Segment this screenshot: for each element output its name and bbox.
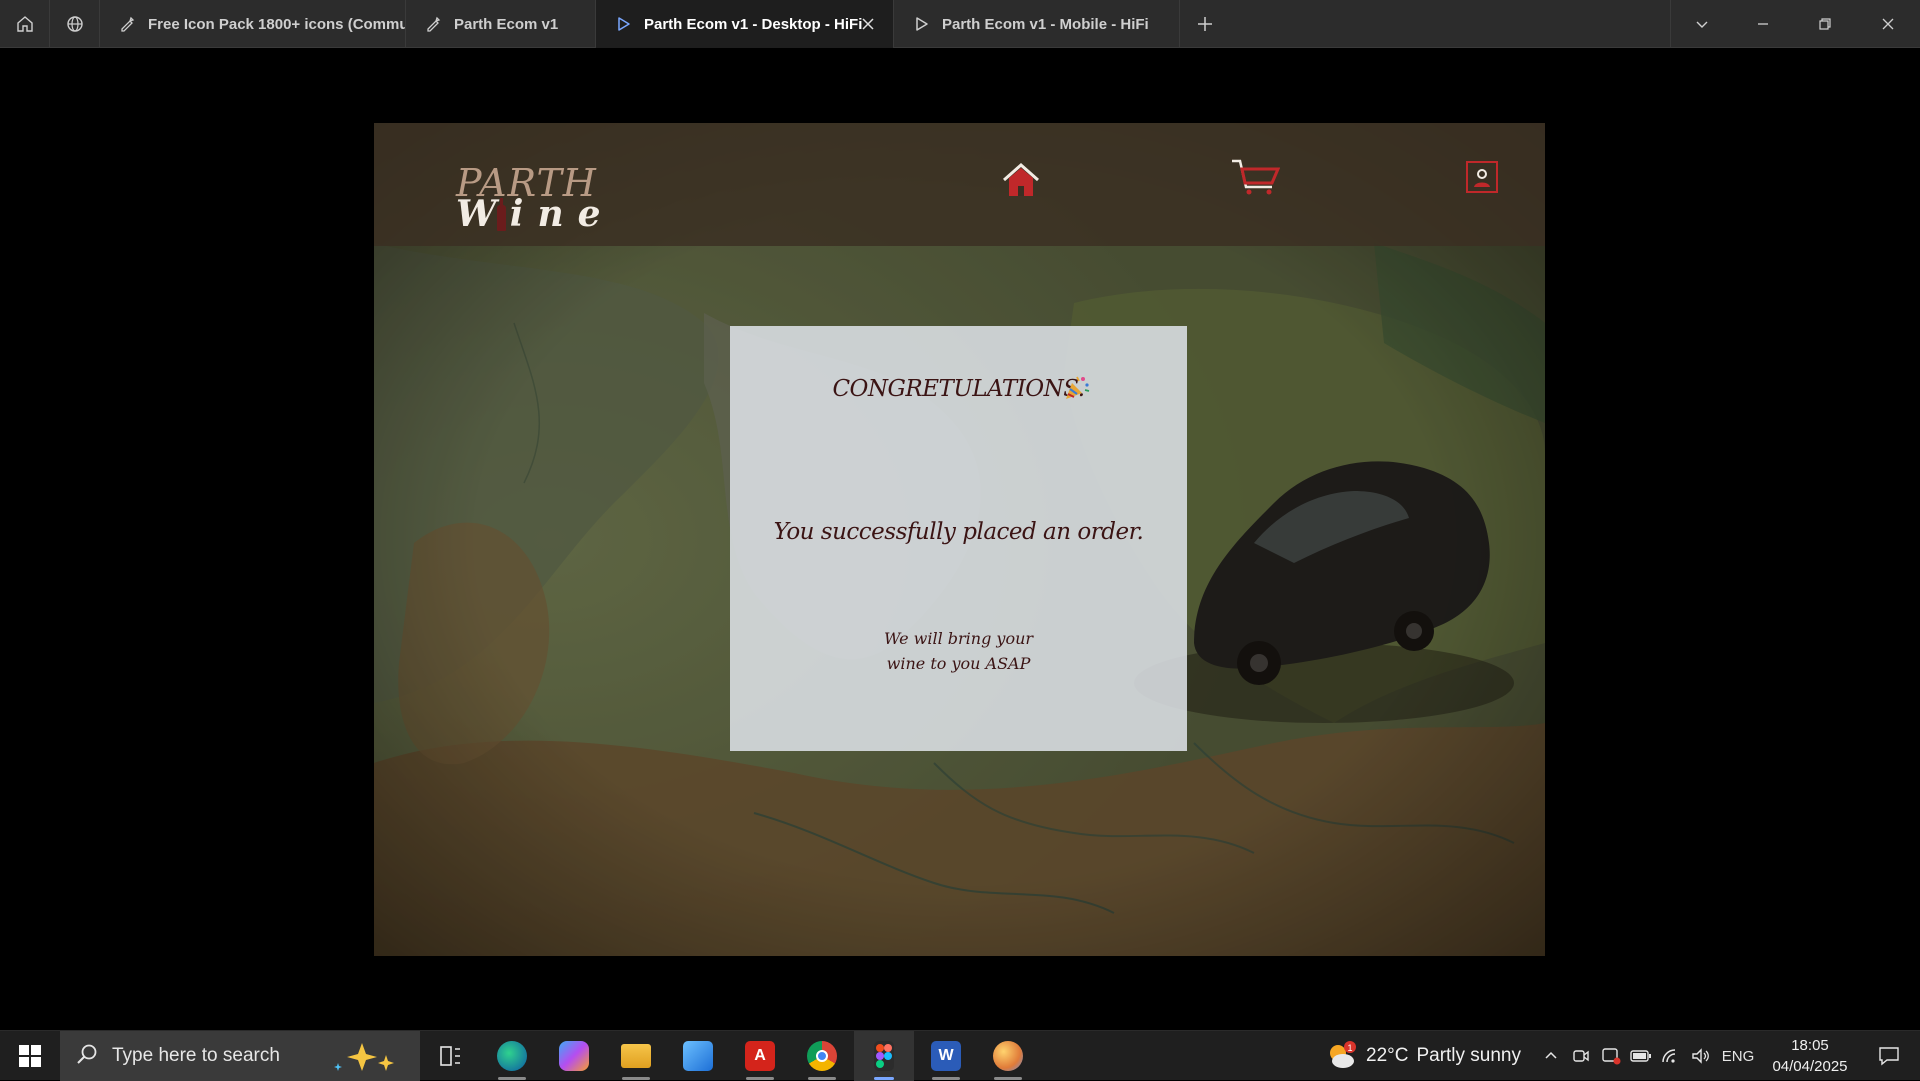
file-explorer-icon[interactable] [606, 1031, 666, 1081]
order-success-message: You successfully placed an order. [773, 519, 1144, 545]
tab-desktop-hifi[interactable]: Parth Ecom v1 - Desktop - HiFi [596, 0, 894, 48]
logo-text-wine: Wine [456, 193, 615, 235]
figma-icon[interactable] [854, 1031, 914, 1081]
tab-label: Free Icon Pack 1800+ icons (Community) [148, 15, 405, 33]
wifi-icon[interactable] [1656, 1031, 1686, 1081]
party-popper-icon [1066, 376, 1090, 399]
chrome-icon[interactable] [792, 1031, 852, 1081]
figma-draft-icon [424, 15, 442, 33]
acrobat-icon[interactable]: A [730, 1031, 790, 1081]
notifications-icon[interactable] [1858, 1031, 1920, 1081]
home-icon[interactable] [1000, 159, 1042, 201]
battery-icon[interactable] [1626, 1031, 1656, 1081]
globe-icon[interactable] [50, 0, 100, 48]
photos-icon[interactable] [668, 1031, 728, 1081]
tab-label: Parth Ecom v1 - Desktop - HiFi [644, 15, 863, 33]
figma-draft-icon [118, 15, 136, 33]
tab-mobile-hifi[interactable]: Parth Ecom v1 - Mobile - HiFi [894, 0, 1180, 48]
paint-icon[interactable] [978, 1031, 1038, 1081]
partly-sunny-icon: 1 [1326, 1041, 1356, 1071]
site-header: PARTH Wine [374, 123, 1545, 246]
minimize-icon[interactable] [1732, 0, 1794, 48]
taskbar-search-box[interactable]: Type here to search [60, 1031, 420, 1081]
weather-temp: 22°C [1366, 1045, 1409, 1066]
home-icon[interactable] [0, 0, 50, 48]
play-icon [614, 15, 632, 33]
tab-label: Parth Ecom v1 - Mobile - HiFi [942, 15, 1149, 33]
prototype-frame: PARTH Wine CONGRETULATIONS. You successf… [374, 123, 1545, 956]
clock-date: 04/04/2025 [1772, 1058, 1848, 1075]
edge-browser-icon[interactable] [482, 1031, 542, 1081]
parth-wine-logo[interactable]: PARTH Wine [456, 161, 601, 235]
weather-condition: Partly sunny [1416, 1045, 1521, 1066]
weather-widget[interactable]: 1 22°C Partly sunny [1326, 1031, 1521, 1081]
delivery-note: We will bring your wine to you ASAP [883, 629, 1034, 673]
cart-icon[interactable] [1229, 155, 1281, 199]
browser-tab-bar: Free Icon Pack 1800+ icons (Community) P… [0, 0, 1920, 48]
new-tab-plus-icon[interactable] [1180, 0, 1230, 48]
tab-parth-ecom[interactable]: Parth Ecom v1 [406, 0, 596, 48]
show-hidden-icons-chevron-up-icon[interactable] [1536, 1031, 1566, 1081]
congratulations-heading-text: CONGRETULATIONS. [832, 376, 1085, 402]
close-window-icon[interactable] [1856, 0, 1920, 48]
task-view-icon[interactable] [420, 1031, 480, 1081]
congratulations-heading: CONGRETULATIONS. [730, 376, 1187, 402]
user-icon[interactable] [1466, 161, 1498, 193]
play-icon [912, 15, 930, 33]
close-tab-icon[interactable] [859, 15, 877, 33]
order-confirmation-card: CONGRETULATIONS. You successfully placed… [730, 326, 1187, 751]
search-icon [76, 1043, 98, 1070]
security-alert-icon[interactable] [1596, 1031, 1626, 1081]
meet-now-icon[interactable] [1566, 1031, 1596, 1081]
tab-free-icon-pack[interactable]: Free Icon Pack 1800+ icons (Community) [100, 0, 406, 48]
clock-time: 18:05 [1791, 1037, 1829, 1054]
word-icon[interactable]: W [916, 1031, 976, 1081]
copilot-sparkle-icon [326, 1041, 406, 1078]
wine-bottle-icon [497, 198, 506, 231]
weather-alert-badge: 1 [1347, 1043, 1352, 1053]
windows-start-icon[interactable] [0, 1031, 60, 1081]
language-indicator[interactable]: ENG [1718, 1031, 1758, 1081]
tab-list-chevron-down-icon[interactable] [1670, 0, 1732, 48]
taskbar-clock[interactable]: 18:05 04/04/2025 [1762, 1035, 1858, 1077]
copilot-icon[interactable] [544, 1031, 604, 1081]
windows-taskbar: Type here to search A W 1 22°C Partly su… [0, 1030, 1920, 1081]
search-placeholder: Type here to search [112, 1045, 280, 1066]
volume-icon[interactable] [1686, 1031, 1716, 1081]
tab-label: Parth Ecom v1 [454, 15, 559, 33]
restore-icon[interactable] [1794, 0, 1856, 48]
